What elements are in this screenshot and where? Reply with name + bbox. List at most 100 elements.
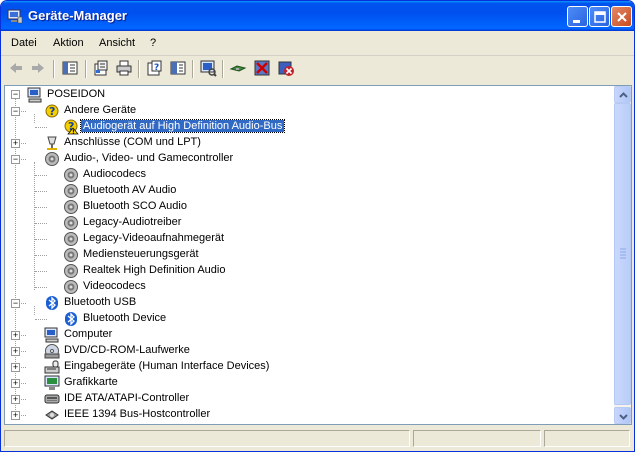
tree-root-row[interactable]: − POSEIDON	[9, 87, 209, 103]
tree-node-row[interactable]: − Bluetooth USB	[5, 295, 605, 311]
tree-node-label: Mediensteuerungsgerät	[83, 248, 199, 260]
chevron-up-icon	[619, 92, 628, 98]
properties-icon[interactable]	[92, 59, 110, 77]
toolbar: ?	[1, 56, 634, 82]
tree-node-label: Bluetooth SCO Audio	[83, 200, 187, 212]
tree-node-row[interactable]: + Anschlüsse (COM und LPT)	[5, 135, 605, 151]
tree-node-row[interactable]: Videocodecs	[5, 279, 605, 295]
tree-line	[35, 175, 47, 176]
status-bar	[1, 427, 634, 451]
tree-node-row[interactable]: − Audio-, Video- und Gamecontroller	[5, 151, 605, 167]
back-icon[interactable]	[7, 59, 25, 77]
svg-text:?: ?	[49, 105, 55, 118]
toolbar-separator	[85, 60, 87, 78]
help-icon[interactable]: ?	[145, 59, 163, 77]
menu-help[interactable]: ?	[150, 37, 156, 49]
tree-node-label: Bluetooth USB	[64, 296, 137, 308]
computer-icon	[44, 327, 59, 343]
sound-icon	[64, 232, 78, 246]
tree-node-label: Andere Geräte	[64, 104, 137, 116]
tree-line	[35, 287, 47, 288]
tree-node-row[interactable]: Bluetooth Device	[5, 311, 605, 327]
tree-node-label: IEEE 1394 Bus-Hostcontroller	[64, 408, 211, 420]
expand-toggle[interactable]: +	[11, 411, 20, 420]
expand-toggle[interactable]: +	[11, 379, 20, 388]
print-icon[interactable]	[115, 59, 133, 77]
menu-ansicht[interactable]: Ansicht	[99, 37, 135, 49]
forward-icon[interactable]	[29, 59, 47, 77]
tree-node-row[interactable]: + IEEE 1394 Bus-Hostcontroller	[5, 407, 605, 423]
collapse-toggle[interactable]: −	[11, 299, 20, 308]
tree-node-row[interactable]: Realtek High Definition Audio	[5, 263, 605, 279]
tree-node-row[interactable]: Legacy-Videoaufnahmegerät	[5, 231, 605, 247]
tree-node-row[interactable]: + Eingabegeräte (Human Interface Devices)	[5, 359, 605, 375]
expand-toggle[interactable]: +	[11, 331, 20, 340]
sound-icon	[64, 200, 78, 214]
sound-icon	[64, 184, 78, 198]
chevron-down-icon	[619, 414, 628, 420]
scan-hardware-icon[interactable]	[199, 59, 217, 77]
tree-node-row[interactable]: Bluetooth SCO Audio	[5, 199, 605, 215]
collapse-toggle[interactable]: −	[11, 90, 20, 99]
sound-icon	[45, 152, 59, 166]
menu-bar: Datei Aktion Ansicht ?	[1, 31, 634, 56]
toolbar-separator	[222, 60, 224, 78]
expand-toggle[interactable]: +	[11, 395, 20, 404]
tree-node-row[interactable]: ?! Audiogerät auf High Definition Audio-B…	[5, 119, 605, 135]
disable-device-icon[interactable]	[253, 59, 271, 77]
collapse-toggle[interactable]: −	[11, 107, 20, 116]
tree-line	[35, 271, 47, 272]
tree-node-row[interactable]: + IDE ATA/ATAPI-Controller	[5, 391, 605, 407]
tree-line	[35, 207, 47, 208]
uninstall-device-icon[interactable]	[277, 59, 295, 77]
title-bar[interactable]: Geräte-Manager	[1, 1, 634, 31]
tree-node-row[interactable]: Legacy-Audiotreiber	[5, 215, 605, 231]
tree-node-row[interactable]: Bluetooth AV Audio	[5, 183, 605, 199]
tree-node-label: Legacy-Audiotreiber	[83, 216, 182, 228]
display-adapter-icon	[44, 375, 60, 390]
minimize-button[interactable]	[567, 6, 588, 27]
device-tree[interactable]: − POSEIDON −? Andere Geräte ?! Audiogerät a…	[4, 85, 632, 425]
tree-node-label: Legacy-Videoaufnahmegerät	[83, 232, 225, 244]
tree-node-row[interactable]: + Grafikkarte	[5, 375, 605, 391]
menu-datei[interactable]: Datei	[11, 37, 37, 49]
tree-root-label: POSEIDON	[47, 88, 106, 100]
tree-line	[35, 191, 47, 192]
tree-line	[35, 319, 47, 320]
tree-node-row[interactable]: Audiocodecs	[5, 167, 605, 183]
grip-icon	[620, 248, 626, 259]
tree-node-row[interactable]: + DVD/CD-ROM-Laufwerke	[5, 343, 605, 359]
tree-node-label: Audio-, Video- und Gamecontroller	[64, 152, 234, 164]
tree-node-label: Bluetooth AV Audio	[83, 184, 177, 196]
toolbar-separator	[53, 60, 55, 78]
show-hide-console-tree-icon[interactable]	[61, 59, 79, 77]
menu-aktion[interactable]: Aktion	[53, 37, 84, 49]
tree-node-row[interactable]: + Computer	[5, 327, 605, 343]
export-list-icon[interactable]	[169, 59, 187, 77]
tree-node-row[interactable]: Mediensteuerungsgerät	[5, 247, 605, 263]
toolbar-separator	[192, 60, 194, 78]
close-button[interactable]	[611, 6, 632, 27]
scroll-thumb[interactable]	[614, 103, 631, 405]
maximize-button[interactable]	[589, 6, 610, 27]
scroll-up-button[interactable]	[614, 86, 631, 103]
bluetooth-icon	[46, 296, 58, 310]
vertical-scrollbar[interactable]	[614, 86, 631, 424]
scroll-down-button[interactable]	[614, 407, 631, 424]
tree-line	[35, 255, 47, 256]
hid-icon	[44, 360, 60, 374]
expand-toggle[interactable]: +	[11, 347, 20, 356]
tree-node-label: IDE ATA/ATAPI-Controller	[64, 392, 190, 404]
collapse-toggle[interactable]: −	[11, 155, 20, 164]
update-driver-icon[interactable]	[229, 59, 247, 77]
ieee1394-icon	[45, 410, 59, 420]
tree-node-row[interactable]: −? Andere Geräte	[5, 103, 605, 119]
device-manager-icon	[7, 9, 23, 24]
expand-toggle[interactable]: +	[11, 363, 20, 372]
tree-node-label: Eingabegeräte (Human Interface Devices)	[64, 360, 270, 372]
bluetooth-icon	[65, 312, 77, 326]
sound-icon	[64, 168, 78, 182]
expand-toggle[interactable]: +	[11, 139, 20, 148]
tree-node-label: Grafikkarte	[64, 376, 118, 388]
svg-text:?: ?	[154, 63, 159, 73]
